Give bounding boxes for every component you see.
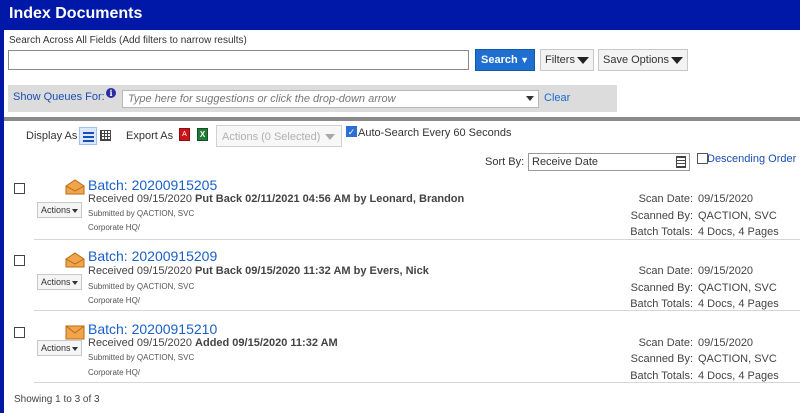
show-queues-label: Show Queues For:	[13, 91, 105, 103]
queues-placeholder: Type here for suggestions or click the d…	[128, 93, 396, 105]
queues-input[interactable]: Type here for suggestions or click the d…	[122, 90, 539, 108]
search-label: Search Across All Fields (Add filters to…	[9, 35, 247, 46]
actions-selected-label: Actions (0 Selected)	[222, 131, 321, 143]
batch-totals-label: Batch Totals:	[630, 298, 693, 310]
auto-search-label: Auto-Search Every 60 Seconds	[358, 127, 512, 139]
batch-received: Received 09/15/2020	[88, 265, 192, 277]
batch-row: Batch: 20200915210 Received 09/15/2020 A…	[0, 313, 800, 383]
batch-location: Corporate HQ/	[88, 368, 141, 377]
search-button-label: Search	[481, 54, 518, 66]
results-count: Showing 1 to 3 of 3	[14, 394, 100, 405]
actions-selected-dropdown-icon	[325, 134, 335, 140]
scan-date-label: Scan Date:	[638, 265, 693, 277]
export-as-label: Export As	[126, 130, 174, 142]
save-options-dropdown-icon	[671, 57, 684, 64]
batch-location: Corporate HQ/	[88, 223, 141, 232]
batch-received: Received 09/15/2020	[88, 193, 192, 205]
batch-totals-label: Batch Totals:	[630, 370, 693, 382]
filters-label: Filters	[545, 54, 575, 66]
batch-checkbox[interactable]	[14, 327, 25, 338]
batch-received-line: Received 09/15/2020 Put Back 02/11/2021 …	[88, 193, 464, 205]
scan-date-value: 09/15/2020	[698, 337, 754, 349]
display-as-label: Display As	[26, 130, 78, 142]
scan-date-label: Scan Date:	[638, 193, 693, 205]
search-button[interactable]: Search ▼	[475, 49, 535, 71]
batch-submitted-by: Submitted by QACTION, SVC	[88, 282, 195, 291]
batch-status: Put Back 09/15/2020 11:32 AM by Evers, N…	[195, 265, 429, 277]
batch-actions-label: Actions	[41, 277, 71, 287]
batch-totals-label: Batch Totals:	[630, 226, 693, 238]
batch-actions-label: Actions	[41, 343, 71, 353]
scanned-by-value: QACTION, SVC	[698, 210, 777, 222]
batch-row: Batch: 20200915205 Received 09/15/2020 P…	[0, 170, 800, 240]
scan-date-label: Scan Date:	[638, 337, 693, 349]
open-envelope-icon	[65, 179, 85, 195]
batch-actions-button[interactable]: Actions	[37, 202, 82, 218]
batch-title[interactable]: Batch: 20200915210	[88, 321, 217, 337]
search-dropdown-icon[interactable]: ▼	[520, 55, 529, 65]
info-icon[interactable]: i	[106, 88, 116, 98]
batch-received-line: Received 09/15/2020 Put Back 09/15/2020 …	[88, 265, 429, 277]
sort-by-label: Sort By:	[485, 156, 525, 168]
queues-dropdown-icon[interactable]	[526, 96, 534, 101]
auto-search-checkbox[interactable]: ✓	[346, 126, 357, 137]
actions-selected-dropdown: Actions (0 Selected)	[216, 125, 342, 147]
scanned-by-label: Scanned By:	[630, 353, 693, 365]
open-envelope-icon	[65, 252, 85, 268]
sort-list-icon[interactable]	[676, 156, 686, 168]
scan-date-value: 09/15/2020	[698, 265, 754, 277]
row-divider	[34, 310, 800, 311]
batch-location: Corporate HQ/	[88, 296, 141, 305]
closed-envelope-icon	[65, 325, 85, 340]
batch-received: Received 09/15/2020	[88, 337, 192, 349]
filters-button[interactable]: Filters	[540, 49, 594, 71]
section-divider	[4, 117, 800, 121]
batch-actions-dropdown-icon	[72, 209, 78, 213]
pdf-export-icon[interactable]: A	[179, 128, 190, 141]
search-input[interactable]	[8, 50, 469, 70]
batch-status: Put Back 02/11/2021 04:56 AM by Leonard,…	[195, 193, 465, 205]
sort-by-select[interactable]: Receive Date	[528, 153, 690, 171]
batch-submitted-by: Submitted by QACTION, SVC	[88, 353, 195, 362]
batch-actions-dropdown-icon	[72, 347, 78, 351]
row-divider	[34, 382, 800, 383]
batch-title[interactable]: Batch: 20200915205	[88, 177, 217, 193]
batch-submitted-by: Submitted by QACTION, SVC	[88, 209, 195, 218]
excel-export-icon[interactable]: X	[197, 128, 208, 141]
scan-date-value: 09/15/2020	[698, 193, 754, 205]
page-title: Index Documents	[9, 5, 143, 22]
batch-actions-button[interactable]: Actions	[37, 274, 82, 290]
list-view-icon[interactable]	[79, 127, 97, 145]
batch-actions-dropdown-icon	[72, 281, 78, 285]
batch-totals-value: 4 Docs, 4 Pages	[698, 226, 779, 238]
batch-row: Batch: 20200915209 Received 09/15/2020 P…	[0, 241, 800, 311]
sort-by-value: Receive Date	[532, 156, 599, 168]
batch-totals-value: 4 Docs, 4 Pages	[698, 370, 779, 382]
title-bar: Index Documents	[0, 0, 800, 30]
scanned-by-label: Scanned By:	[630, 210, 693, 222]
row-divider	[34, 239, 800, 240]
filters-dropdown-icon	[576, 57, 589, 64]
save-options-button[interactable]: Save Options	[598, 49, 688, 71]
scanned-by-label: Scanned By:	[630, 282, 693, 294]
batch-status: Added 09/15/2020 11:32 AM	[195, 337, 338, 349]
batch-actions-button[interactable]: Actions	[37, 340, 82, 356]
grid-view-icon[interactable]	[100, 130, 111, 141]
batch-checkbox[interactable]	[14, 183, 25, 194]
batch-totals-value: 4 Docs, 4 Pages	[698, 298, 779, 310]
scanned-by-value: QACTION, SVC	[698, 353, 777, 365]
batch-checkbox[interactable]	[14, 255, 25, 266]
scanned-by-value: QACTION, SVC	[698, 282, 777, 294]
save-options-label: Save Options	[603, 54, 670, 66]
batch-actions-label: Actions	[41, 205, 71, 215]
descending-order-label[interactable]: Descending Order	[707, 153, 796, 165]
batch-title[interactable]: Batch: 20200915209	[88, 248, 217, 264]
clear-link[interactable]: Clear	[544, 92, 570, 104]
batch-received-line: Received 09/15/2020 Added 09/15/2020 11:…	[88, 337, 338, 349]
